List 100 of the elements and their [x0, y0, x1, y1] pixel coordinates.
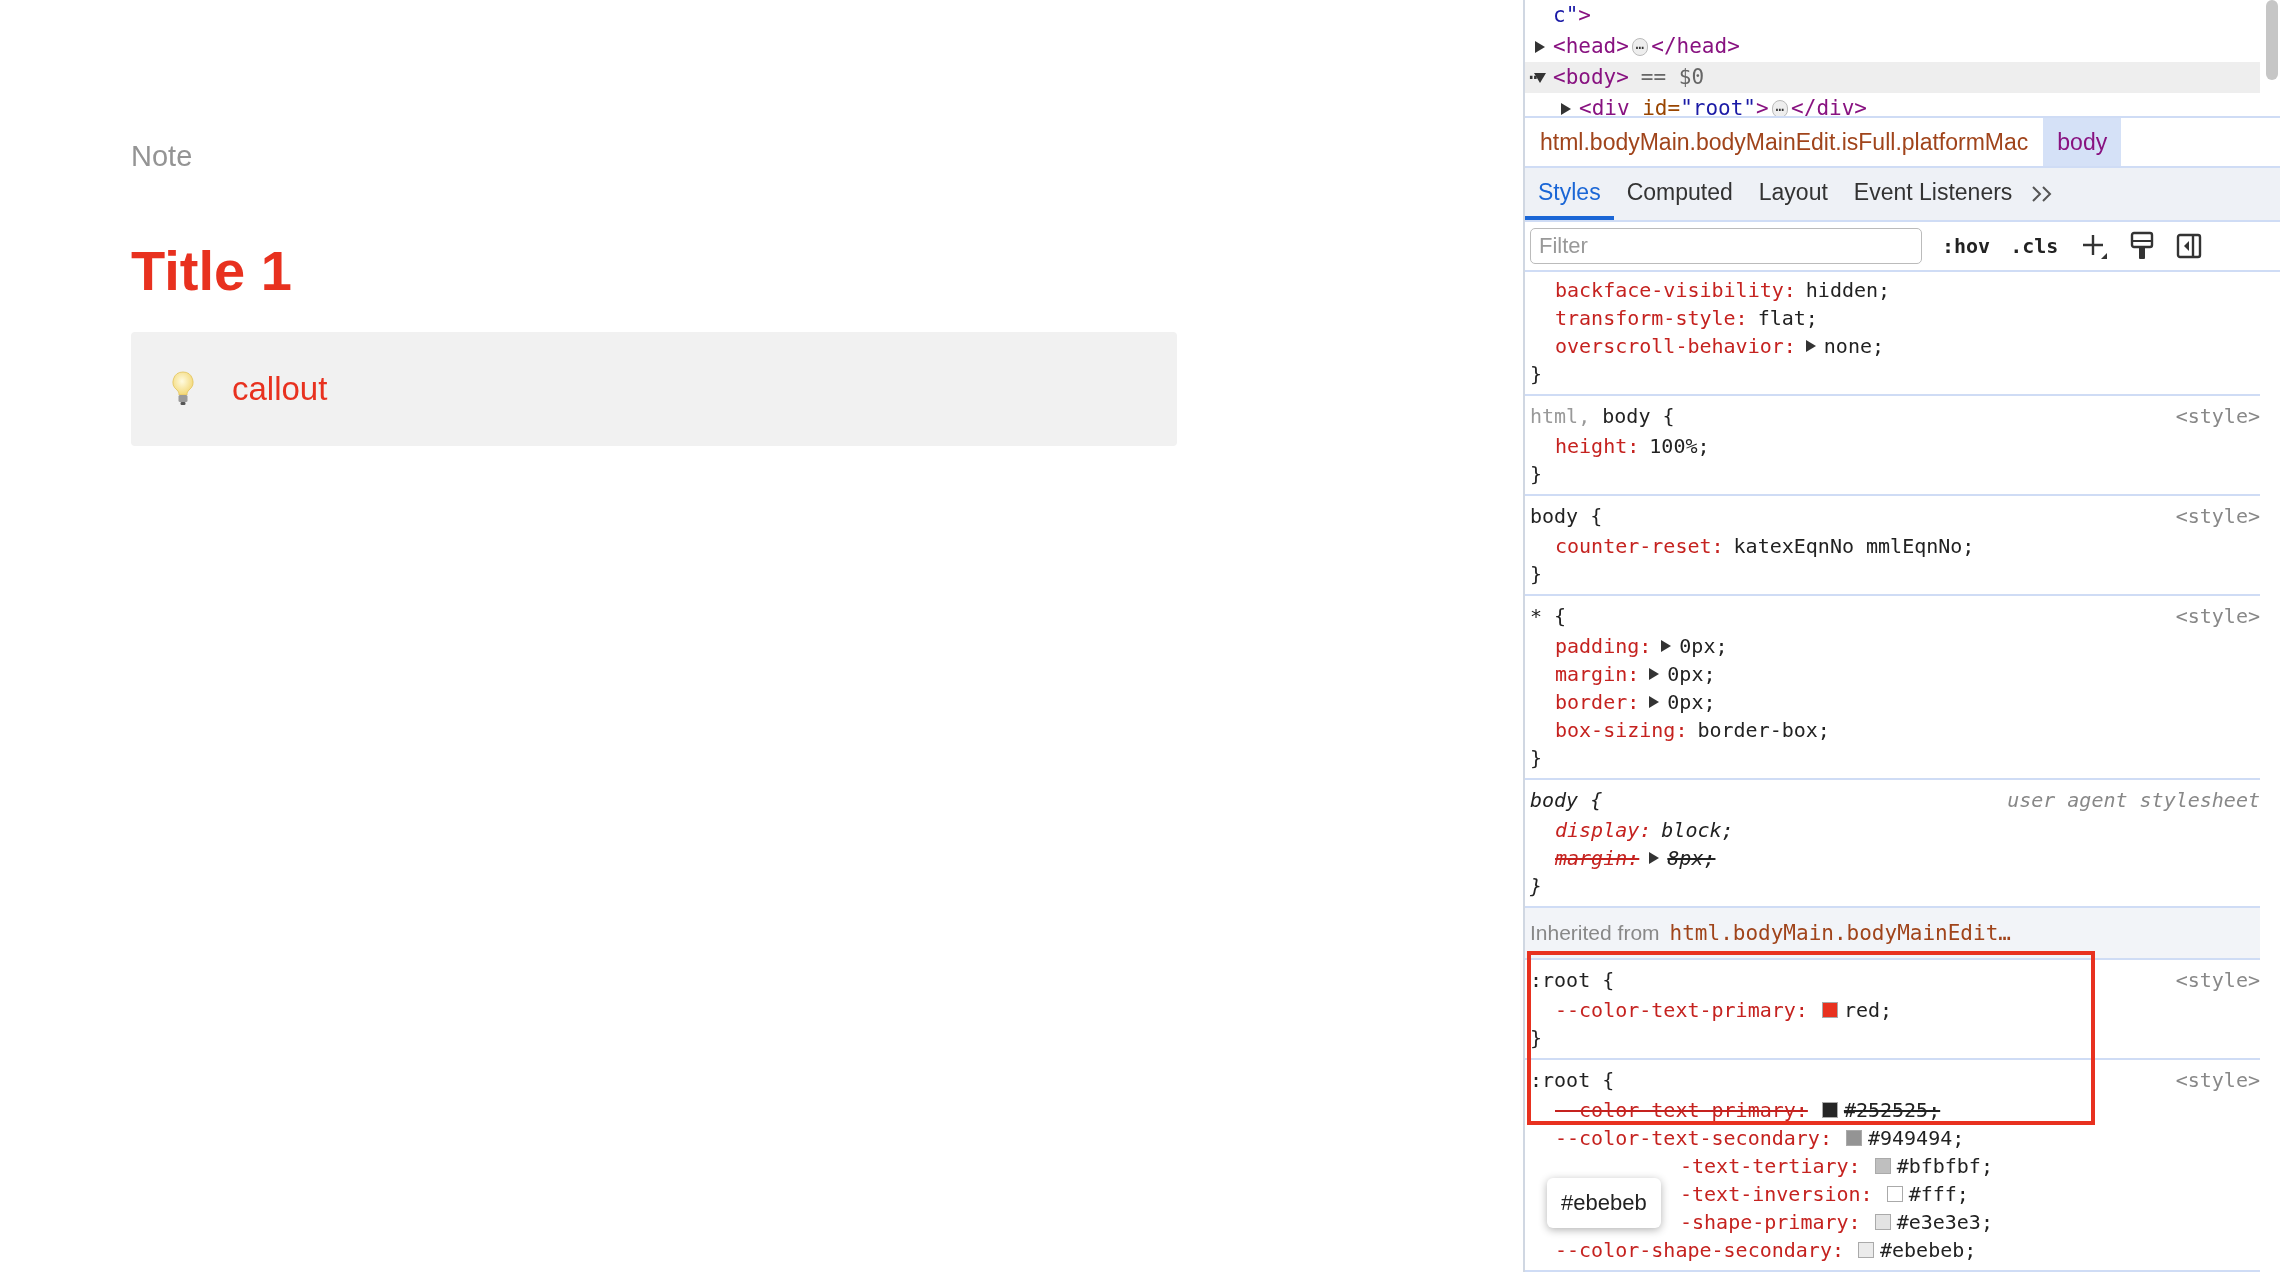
expand-triangle-icon[interactable]	[1649, 696, 1660, 708]
property-value[interactable]: none;	[1823, 334, 1885, 358]
rule-selector: html, body {	[1530, 404, 1675, 428]
property-value[interactable]: hidden;	[1805, 278, 1891, 302]
add-icon[interactable]	[2080, 232, 2109, 260]
property-name[interactable]: --color-text-primary:	[1555, 1098, 1808, 1122]
expand-triangle-icon[interactable]	[1649, 668, 1660, 680]
color-swatch[interactable]	[1874, 1214, 1891, 1230]
rule-selector: body {	[1530, 788, 1603, 812]
color-swatch[interactable]	[1821, 1002, 1838, 1018]
expand-triangle-icon[interactable]	[1805, 340, 1816, 352]
breadcrumb-item[interactable]: html.bodyMain.bodyMainEdit.isFull.platformMac	[1535, 118, 2034, 166]
sidebar-toggle-icon[interactable]	[2176, 233, 2203, 259]
property-value[interactable]: 0px;	[1679, 634, 1728, 658]
property-name[interactable]: margin:	[1555, 662, 1640, 686]
toggle-button[interactable]: .cls	[2010, 234, 2059, 258]
expand-triangle-icon[interactable]	[1649, 852, 1660, 864]
collapsed-content-badge[interactable]: ⋯	[1631, 37, 1649, 56]
color-tooltip: #ebebeb	[1547, 1178, 1661, 1228]
closing-brace: }	[1530, 873, 1544, 900]
dom-token: <div	[1579, 95, 1631, 116]
breadcrumb-item[interactable]: body	[2043, 118, 2122, 166]
color-swatch[interactable]	[1858, 1242, 1874, 1258]
rule-selector: :root {	[1530, 968, 1615, 992]
filter-field[interactable]: Filter	[1530, 228, 1922, 264]
panel-tab[interactable]: Layout	[1745, 168, 1841, 220]
property-value[interactable]: 0px;	[1667, 662, 1716, 686]
property-name[interactable]: --color-text-primary:	[1555, 998, 1808, 1022]
panel-tab[interactable]: Styles	[1525, 168, 1614, 220]
rule-source[interactable]: <style>	[2175, 404, 2260, 428]
property-name[interactable]: transform-style:	[1555, 306, 1748, 330]
property-value[interactable]: 8px;	[1667, 846, 1716, 870]
property-name[interactable]: backface-visibility:	[1555, 278, 1796, 302]
color-swatch[interactable]	[1821, 1102, 1838, 1118]
dom-token: c"	[1553, 2, 1579, 29]
dom-token: >	[1756, 95, 1769, 116]
rule-source[interactable]: <style>	[2175, 604, 2260, 628]
dom-token: == $0	[1640, 64, 1705, 91]
expand-triangle-icon[interactable]	[1661, 640, 1672, 652]
callout-text: callout	[232, 370, 328, 408]
rule-source[interactable]: <style>	[2175, 1068, 2260, 1092]
dom-token: "root"	[1680, 95, 1756, 116]
property-value[interactable]: red;	[1843, 998, 1893, 1022]
property-name[interactable]: counter-reset:	[1555, 534, 1724, 558]
property-name[interactable]: -text-tertiary:	[1680, 1154, 1861, 1178]
property-value[interactable]: 100%;	[1649, 434, 1710, 458]
toggle-button[interactable]: :hov	[1942, 234, 1991, 258]
property-value[interactable]: #e3e3e3;	[1896, 1210, 1993, 1234]
property-value[interactable]: flat;	[1757, 306, 1818, 330]
expand-triangle-icon[interactable]	[1561, 102, 1571, 115]
page-title: Title 1	[131, 243, 293, 299]
property-value[interactable]: #ebebeb;	[1880, 1238, 1977, 1262]
property-value[interactable]: #949494;	[1867, 1126, 1965, 1150]
closing-brace: }	[1530, 561, 1544, 588]
property-value[interactable]: border-box;	[1697, 718, 1830, 742]
rule-source[interactable]: <style>	[2175, 968, 2260, 992]
property-name[interactable]: border:	[1555, 690, 1640, 714]
rule-source[interactable]: user agent stylesheet	[2007, 788, 2260, 812]
closing-brace: }	[1530, 1025, 1544, 1052]
scrollbar[interactable]	[2266, 0, 2278, 80]
closing-brace: }	[1530, 361, 1544, 388]
dom-token: <body>	[1553, 64, 1629, 91]
closing-brace: }	[1530, 461, 1544, 488]
rule-selector: body {	[1530, 504, 1603, 528]
inherited-selector-link[interactable]: html.bodyMain.bodyMainEdit…	[1669, 921, 2011, 945]
rule-selector: :root {	[1530, 1068, 1615, 1092]
dom-token: id=	[1642, 95, 1681, 116]
color-swatch[interactable]	[1845, 1130, 1862, 1146]
property-value[interactable]: block;	[1661, 818, 1734, 842]
inherited-label: Inherited from	[1530, 921, 1660, 945]
dom-token: >	[1578, 2, 1591, 29]
property-name[interactable]: padding:	[1555, 634, 1652, 658]
panel-tab[interactable]: Computed	[1613, 168, 1746, 220]
dom-token: </head>	[1651, 33, 1740, 60]
property-value[interactable]: 0px;	[1667, 690, 1716, 714]
closing-brace: }	[1530, 745, 1544, 772]
property-name[interactable]: --color-shape-secondary:	[1555, 1238, 1844, 1262]
paint-brush-icon[interactable]	[2130, 231, 2155, 261]
lightbulb-icon	[171, 371, 195, 407]
property-value[interactable]: #252525;	[1843, 1098, 1941, 1122]
expand-triangle-icon[interactable]	[1535, 40, 1545, 53]
rule-source[interactable]: <style>	[2175, 504, 2260, 528]
property-value[interactable]: #bfbfbf;	[1896, 1154, 1993, 1178]
color-swatch[interactable]	[1874, 1158, 1891, 1174]
dom-token: <head>	[1553, 33, 1629, 60]
property-value[interactable]: katexEqnNo mmlEqnNo;	[1733, 534, 1975, 558]
color-swatch[interactable]	[1886, 1186, 1903, 1202]
property-name[interactable]: margin:	[1555, 846, 1640, 870]
property-name[interactable]: overscroll-behavior:	[1555, 334, 1796, 358]
property-name[interactable]: -text-inversion:	[1680, 1182, 1873, 1206]
property-name[interactable]: -shape-primary:	[1680, 1210, 1861, 1234]
property-name[interactable]: display:	[1555, 818, 1652, 842]
property-value[interactable]: #fff;	[1908, 1182, 1969, 1206]
property-name[interactable]: height:	[1555, 434, 1640, 458]
property-name[interactable]: --color-text-secondary:	[1555, 1126, 1832, 1150]
more-tabs-icon[interactable]	[2031, 185, 2054, 203]
panel-tab[interactable]: Event Listeners	[1840, 168, 2026, 220]
note-label: Note	[131, 140, 194, 173]
collapsed-content-badge[interactable]: ⋯	[1771, 99, 1789, 116]
property-name[interactable]: box-sizing:	[1555, 718, 1688, 742]
